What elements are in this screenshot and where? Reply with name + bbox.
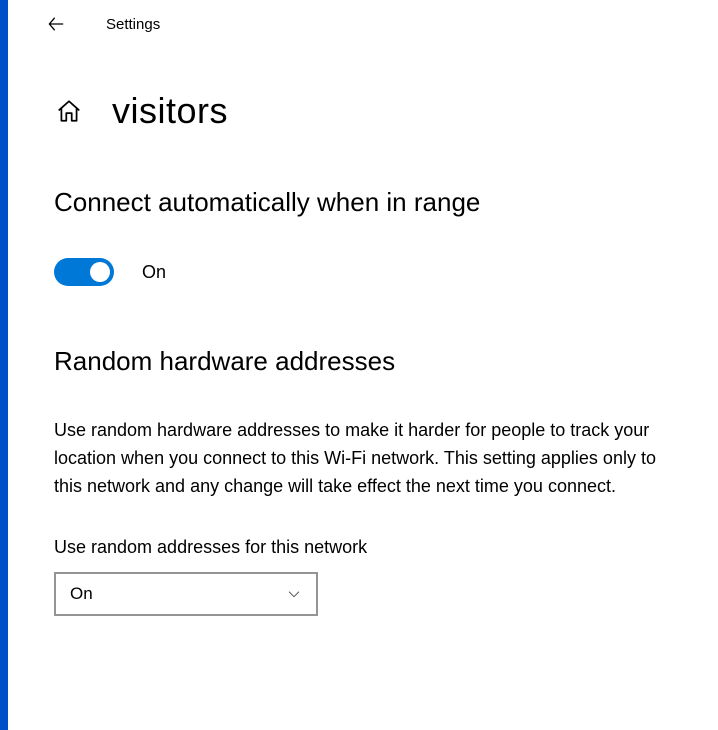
page-title: visitors xyxy=(112,90,228,132)
window-border xyxy=(0,0,8,730)
app-title: Settings xyxy=(106,16,160,33)
home-icon xyxy=(56,98,82,124)
title-bar: Settings xyxy=(8,0,718,48)
main: visitors Connect automatically when in r… xyxy=(8,90,718,616)
random-dropdown[interactable]: On xyxy=(54,572,318,616)
section-connect-heading: Connect automatically when in range xyxy=(54,187,678,218)
home-button[interactable] xyxy=(54,96,84,126)
random-description: Use random hardware addresses to make it… xyxy=(54,417,674,501)
connect-toggle-row: On xyxy=(54,258,678,286)
back-button[interactable] xyxy=(36,4,76,44)
back-arrow-icon xyxy=(46,14,66,34)
content-area: Settings visitors Connect automatically … xyxy=(0,0,718,730)
random-dropdown-value: On xyxy=(70,584,93,604)
section-random-heading: Random hardware addresses xyxy=(54,346,678,377)
random-dropdown-label: Use random addresses for this network xyxy=(54,537,678,558)
connect-toggle-label: On xyxy=(142,262,166,283)
page-header: visitors xyxy=(54,90,678,132)
connect-toggle[interactable] xyxy=(54,258,114,286)
toggle-thumb xyxy=(90,262,110,282)
chevron-down-icon xyxy=(286,586,302,602)
